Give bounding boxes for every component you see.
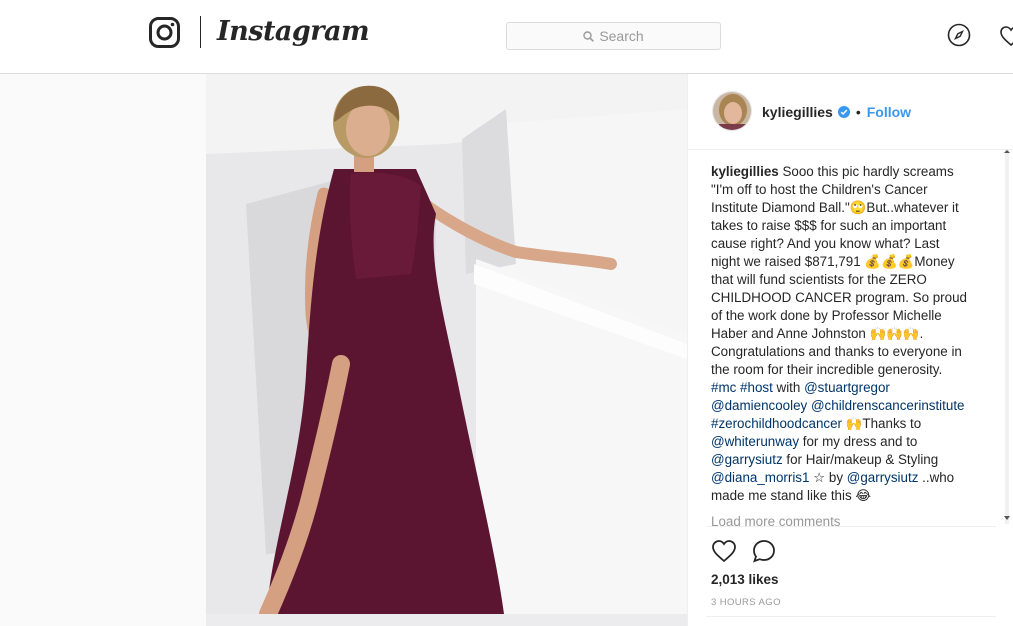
verified-badge-icon xyxy=(837,106,850,118)
likes-count[interactable]: 2,013 likes xyxy=(711,572,779,587)
username-link[interactable]: kyliegillies xyxy=(762,104,833,120)
post-details-panel: kyliegillies • Follow kyliegillies Sooo … xyxy=(687,74,1013,626)
follow-button[interactable]: Follow xyxy=(867,104,911,120)
caption-line: of the work done by Professor Michelle xyxy=(711,308,942,323)
post-photo[interactable] xyxy=(206,74,687,626)
caption-line: cause right? And you know what? Last xyxy=(711,236,940,251)
post-timestamp[interactable]: 3 HOURS AGO xyxy=(711,597,781,608)
mention-link[interactable]: @garrysiutz xyxy=(847,470,919,485)
mention-link[interactable]: @childrenscancerinstitute xyxy=(811,398,965,413)
search-box[interactable]: Search xyxy=(506,22,721,50)
caption-line: "I'm off to host the Children's Cancer xyxy=(711,182,928,197)
post-header: kyliegillies • Follow xyxy=(688,74,1013,150)
hashtag-link[interactable]: #zerochildhoodcancer xyxy=(711,416,842,431)
caption-line: Haber and Anne Johnston 🙌🙌🙌. xyxy=(711,326,924,341)
post-author-line: kyliegillies • Follow xyxy=(762,104,911,120)
caption-line: kyliegillies Sooo this pic hardly scream… xyxy=(711,164,954,179)
divider xyxy=(706,526,996,527)
caption-line: the room for their incredible generosity… xyxy=(711,362,943,377)
divider xyxy=(706,616,996,617)
photo-woman-in-burgundy-gown xyxy=(206,74,687,626)
caption-line: @whiterunway for my dress and to xyxy=(711,434,918,449)
comments-scrollbar[interactable] xyxy=(1000,150,1013,524)
caption-line: #mc #host with @stuartgregor xyxy=(711,380,890,395)
search-icon xyxy=(583,30,595,42)
top-navigation-bar: Instagram Search xyxy=(0,0,1013,74)
caption-line: CHILDHOOD CANCER program. So proud xyxy=(711,290,967,305)
caption-line: Institute Diamond Ball."🙄But..whatever i… xyxy=(711,200,959,215)
like-icon[interactable] xyxy=(711,538,737,564)
mention-link[interactable]: @garrysiutz xyxy=(711,452,783,467)
caption-line: @diana_morris1 ☆ by @garrysiutz ..who xyxy=(711,470,955,485)
instagram-camera-icon[interactable] xyxy=(149,17,180,48)
mention-link[interactable]: @diana_morris1 xyxy=(711,470,809,485)
heart-icon[interactable] xyxy=(999,24,1013,48)
separator-dot: • xyxy=(855,104,861,120)
mention-link[interactable]: @whiterunway xyxy=(711,434,799,449)
caption-line: Congratulations and thanks to everyone i… xyxy=(711,344,962,359)
caption: kyliegillies Sooo this pic hardly scream… xyxy=(711,163,981,505)
mention-link[interactable]: @stuartgregor xyxy=(804,380,890,395)
caption-line: that will fund scientists for the ZERO xyxy=(711,272,927,287)
hashtag-link[interactable]: #host xyxy=(740,380,773,395)
caption-author-link[interactable]: kyliegillies xyxy=(711,164,779,179)
avatar[interactable] xyxy=(712,91,752,131)
mention-link[interactable]: @damiencooley xyxy=(711,398,807,413)
caption-line: @damiencooley @childrenscancerinstitute xyxy=(711,397,981,415)
caption-line: @garrysiutz for Hair/makeup & Styling xyxy=(711,452,939,467)
avatar-image xyxy=(713,92,751,130)
compass-icon[interactable] xyxy=(947,23,971,47)
caption-line: #zerochildhoodcancer 🙌Thanks to xyxy=(711,416,922,431)
caption-line: made me stand like this 😂 xyxy=(711,488,872,503)
instagram-wordmark[interactable]: Instagram xyxy=(217,14,370,50)
caption-line: takes to raise $$$ for such an important xyxy=(711,218,947,233)
logo-divider xyxy=(200,16,201,48)
search-placeholder: Search xyxy=(599,28,644,44)
comment-icon[interactable] xyxy=(751,538,777,564)
hashtag-link[interactable]: #mc xyxy=(711,380,736,395)
caption-line: night we raised $871,791 💰💰💰Money xyxy=(711,254,955,269)
